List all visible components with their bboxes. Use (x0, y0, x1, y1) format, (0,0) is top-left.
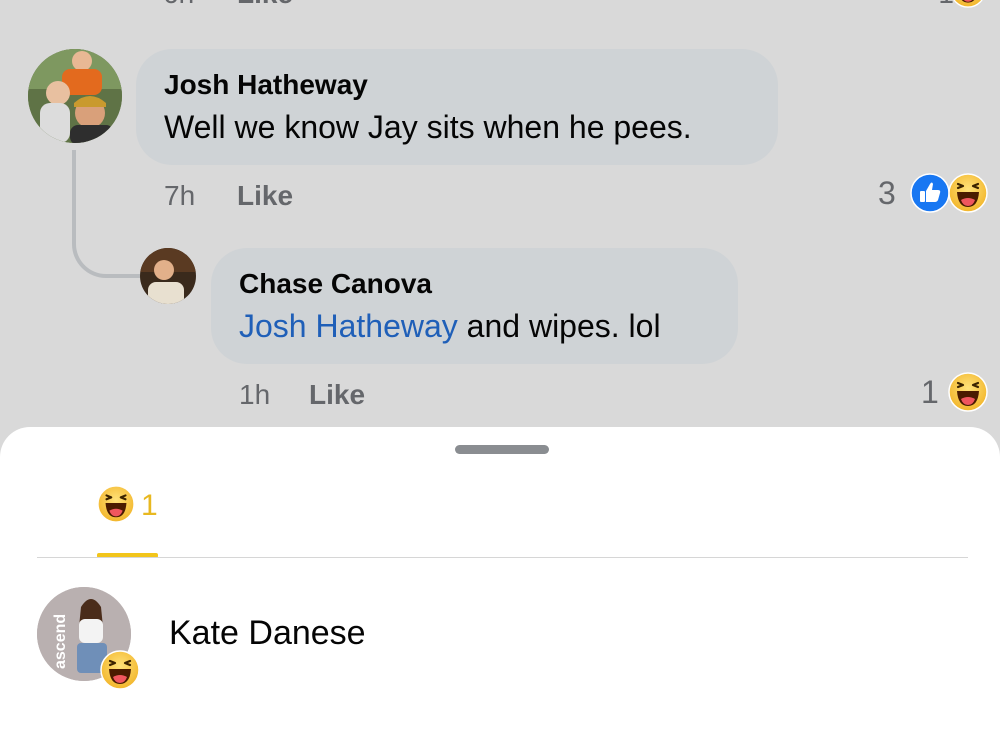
reactions-sheet: 1 ascend Kate Danese (0, 427, 1000, 735)
like-button[interactable]: Like (309, 379, 365, 411)
haha-icon (948, 173, 988, 213)
comment-bubble[interactable]: Chase Canova Josh Hatheway and wipes. lo… (211, 248, 738, 364)
like-button[interactable]: Like (237, 180, 293, 212)
comment-author[interactable]: Josh Hatheway (164, 69, 368, 101)
avatar[interactable] (140, 248, 196, 304)
sheet-drag-handle[interactable] (455, 445, 549, 454)
comment-time: 1h (239, 379, 271, 410)
mention-link[interactable]: Josh Hatheway (239, 308, 458, 344)
haha-icon (948, 372, 988, 412)
divider (37, 557, 968, 558)
like-button[interactable]: Like (237, 0, 293, 10)
person-name[interactable]: Kate Danese (169, 614, 366, 653)
comment-text-body: and wipes. lol (457, 308, 661, 344)
haha-icon (100, 650, 140, 690)
comment-author[interactable]: Chase Canova (239, 268, 432, 300)
reaction-count[interactable]: 1 (921, 374, 939, 411)
avatar-watermark: ascend (52, 614, 69, 669)
previous-comment-actions: 6h Like 1 (0, 0, 1000, 12)
reaction-count[interactable]: 3 (878, 175, 896, 212)
like-icon (910, 173, 950, 213)
avatar[interactable] (28, 49, 122, 143)
comment-bubble[interactable]: Josh Hatheway Well we know Jay sits when… (136, 49, 778, 165)
comment-time: 6h (163, 0, 194, 10)
list-item[interactable]: ascend Kate Danese (0, 577, 1000, 697)
tab-count: 1 (141, 489, 158, 522)
haha-icon (97, 485, 135, 523)
tab-haha-reactions[interactable]: 1 (97, 485, 159, 561)
haha-icon (950, 0, 986, 8)
comment-text: Josh Hatheway and wipes. lol (239, 308, 661, 345)
comment-time: 7h (164, 180, 196, 211)
comment-text: Well we know Jay sits when he pees. (164, 109, 692, 145)
reply-thread-line (72, 150, 142, 278)
